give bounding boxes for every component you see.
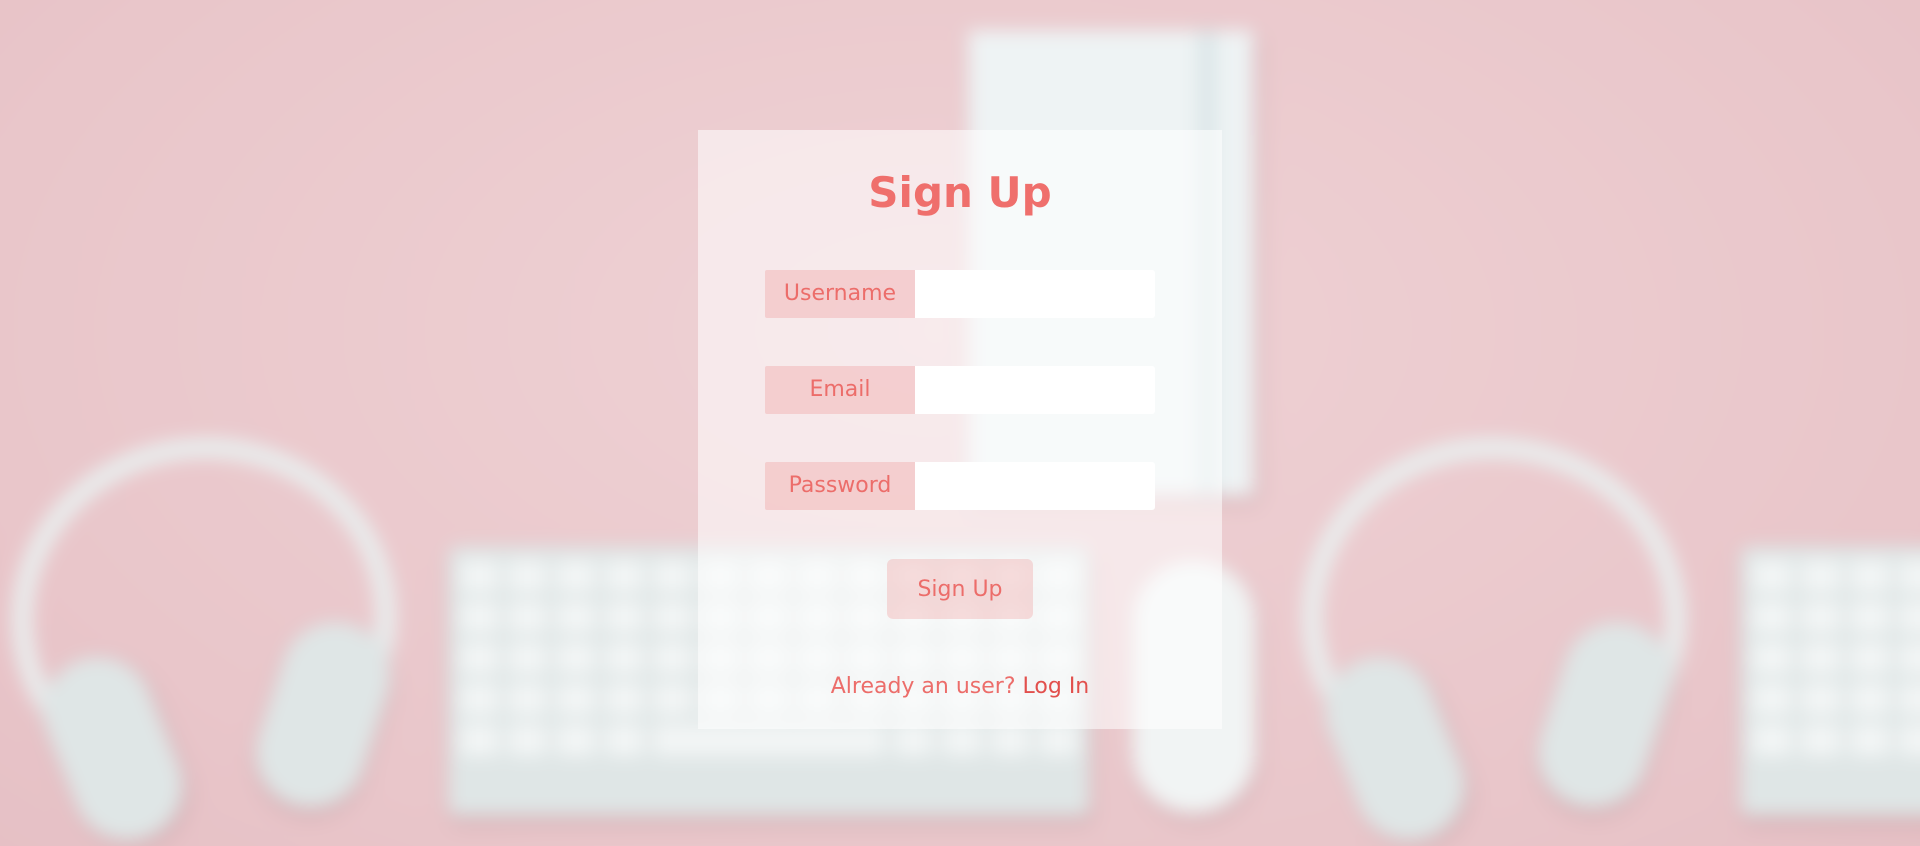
username-field: Username — [765, 270, 1155, 318]
signup-button[interactable]: Sign Up — [887, 559, 1033, 619]
login-link[interactable]: Log In — [1023, 674, 1090, 699]
email-label: Email — [765, 366, 915, 414]
login-prompt-text: Already an user? — [830, 674, 1016, 699]
email-field: Email — [765, 366, 1155, 414]
password-label: Password — [765, 462, 915, 510]
page-background: Sign Up Username Email Password Sign Up … — [0, 0, 1920, 846]
username-label: Username — [765, 270, 915, 318]
login-prompt: Already an user? Log In — [0, 672, 1920, 702]
password-field: Password — [765, 462, 1155, 510]
username-input[interactable] — [915, 270, 1155, 318]
page-title: Sign Up — [868, 168, 1052, 217]
password-input[interactable] — [915, 462, 1155, 510]
email-input[interactable] — [915, 366, 1155, 414]
